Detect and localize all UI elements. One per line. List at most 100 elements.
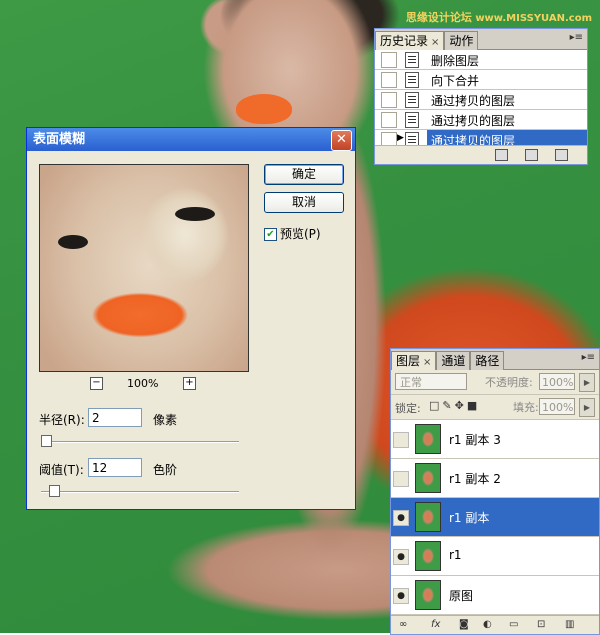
- zoom-in-button[interactable]: +: [183, 377, 196, 390]
- threshold-input[interactable]: 12: [88, 458, 142, 477]
- layers-footer: ∞ fx ◙ ◐ ▭ ⊡ ▥: [391, 615, 599, 634]
- history-state-icon: [405, 92, 419, 108]
- history-tabs: 历史记录 × 动作 ▸≡: [375, 29, 587, 50]
- tab-history[interactable]: 历史记录 ×: [375, 31, 445, 50]
- history-source-checkbox[interactable]: [381, 52, 397, 68]
- threshold-unit: 色阶: [153, 463, 178, 477]
- close-icon[interactable]: ×: [423, 357, 431, 368]
- history-item[interactable]: 通过拷贝的图层: [375, 110, 587, 130]
- new-layer-icon[interactable]: ⊡: [537, 619, 545, 630]
- watermark: 思缘设计论坛 www.MISSYUAN.com: [406, 9, 592, 25]
- watermark-cn: 思缘设计论坛: [405, 11, 472, 24]
- fx-icon[interactable]: fx: [431, 619, 440, 630]
- history-item-label: 向下合并: [431, 74, 480, 88]
- tab-layers[interactable]: 图层 ×: [391, 351, 437, 370]
- radius-slider[interactable]: [41, 435, 239, 447]
- history-state-icon: [405, 72, 419, 88]
- opacity-arrow-icon[interactable]: ▶: [579, 373, 595, 392]
- preview-checkbox-label: 预览(P): [280, 227, 321, 241]
- fill-label: 填充:: [513, 401, 539, 414]
- trash-icon[interactable]: ▥: [565, 619, 574, 630]
- layer-row[interactable]: ● r1: [391, 537, 599, 576]
- tab-channels[interactable]: 通道: [436, 351, 471, 370]
- lock-icons[interactable]: □✎✥■: [429, 399, 480, 412]
- zoom-controls: − 100% +: [90, 377, 200, 391]
- layer-name: r1: [449, 548, 462, 562]
- history-item-label: 通过拷贝的图层: [431, 114, 516, 128]
- blend-mode-select[interactable]: 正常: [395, 373, 467, 390]
- preview-image[interactable]: [39, 164, 249, 372]
- close-icon[interactable]: ×: [431, 37, 439, 48]
- link-layers-icon[interactable]: ∞: [399, 619, 407, 630]
- new-group-icon[interactable]: ▭: [509, 619, 518, 630]
- trash-icon[interactable]: [555, 149, 568, 161]
- layer-row-selected[interactable]: ● r1 副本: [391, 498, 599, 537]
- radius-label: 半径(R):: [39, 413, 85, 427]
- visibility-toggle[interactable]: [393, 432, 409, 448]
- eye-icon[interactable]: ●: [393, 588, 409, 604]
- add-mask-icon[interactable]: ◙: [459, 619, 469, 630]
- preview-eye: [58, 235, 88, 249]
- history-item-label: 通过拷贝的图层: [431, 94, 516, 108]
- threshold-slider-thumb[interactable]: [49, 485, 60, 497]
- radius-input[interactable]: 2: [88, 408, 142, 427]
- new-document-icon[interactable]: [495, 149, 508, 161]
- eye-icon[interactable]: ●: [393, 549, 409, 565]
- zoom-out-button[interactable]: −: [90, 377, 103, 390]
- history-source-checkbox[interactable]: [381, 72, 397, 88]
- eye-icon[interactable]: ●: [393, 510, 409, 526]
- layer-thumbnail: [415, 424, 441, 454]
- watermark-url: www.MISSYUAN.com: [475, 13, 592, 24]
- history-state-icon: [405, 112, 419, 128]
- lock-label: 锁定:: [395, 402, 421, 415]
- history-item[interactable]: 删除图层: [375, 50, 587, 70]
- snapshot-camera-icon[interactable]: [525, 149, 538, 161]
- history-panel: 历史记录 × 动作 ▸≡ 删除图层 向下合并 通过拷贝的图层 通过拷贝的图层 ▶ 通…: [374, 28, 588, 165]
- close-button[interactable]: ✕: [331, 130, 352, 151]
- tab-actions[interactable]: 动作: [444, 31, 479, 50]
- layer-thumbnail: [415, 463, 441, 493]
- tab-paths[interactable]: 路径: [470, 351, 505, 370]
- cancel-button[interactable]: 取消: [264, 192, 344, 213]
- radius-unit: 像素: [153, 413, 178, 427]
- visibility-toggle[interactable]: [393, 471, 409, 487]
- history-state-icon: [405, 52, 419, 68]
- history-footer: [375, 145, 587, 164]
- dialog-titlebar[interactable]: 表面模糊 ✕: [27, 128, 355, 151]
- adjustment-layer-icon[interactable]: ◐: [483, 619, 492, 630]
- layer-name: r1 副本 3: [449, 433, 501, 447]
- layers-panel: 图层 × 通道 路径 ▸≡ 正常 不透明度: 100% ▶ 锁定: □✎✥■ 填充: …: [390, 348, 600, 635]
- preview-checkbox[interactable]: ✔ 预览(P): [264, 225, 321, 242]
- history-source-checkbox[interactable]: [381, 112, 397, 128]
- panel-menu-icon[interactable]: ▸≡: [570, 32, 583, 43]
- layer-thumbnail: [415, 502, 441, 532]
- threshold-slider[interactable]: [41, 485, 239, 497]
- lock-row: 锁定: □✎✥■ 填充: 100% ▶: [391, 395, 599, 420]
- layer-row[interactable]: r1 副本 3: [391, 420, 599, 459]
- preview-eye: [175, 207, 215, 221]
- opacity-input[interactable]: 100%: [539, 373, 575, 390]
- history-item[interactable]: 向下合并: [375, 70, 587, 90]
- fill-input[interactable]: 100%: [539, 398, 575, 415]
- canvas-lips: [236, 94, 292, 124]
- history-item-label: 删除图层: [431, 54, 480, 68]
- layer-row[interactable]: ● 原图: [391, 576, 599, 615]
- fill-arrow-icon[interactable]: ▶: [579, 398, 595, 417]
- layers-tabs: 图层 × 通道 路径 ▸≡: [391, 349, 599, 370]
- dialog-title: 表面模糊: [33, 132, 86, 147]
- layer-row[interactable]: r1 副本 2: [391, 459, 599, 498]
- layer-thumbnail: [415, 580, 441, 610]
- panel-menu-icon[interactable]: ▸≡: [582, 352, 595, 363]
- history-item[interactable]: 通过拷贝的图层: [375, 90, 587, 110]
- history-source-checkbox[interactable]: [381, 92, 397, 108]
- radius-slider-thumb[interactable]: [41, 435, 52, 447]
- layer-name: r1 副本 2: [449, 472, 501, 486]
- surface-blur-dialog: 表面模糊 ✕ 确定 取消 ✔ 预览(P) − 100% + 半径(R): 2 像素…: [26, 127, 356, 510]
- layer-thumbnail: [415, 541, 441, 571]
- checkmark-icon: ✔: [264, 228, 277, 241]
- layer-name: r1 副本: [449, 511, 490, 525]
- opacity-label: 不透明度:: [485, 376, 533, 389]
- blend-row: 正常 不透明度: 100% ▶: [391, 370, 599, 395]
- ok-button[interactable]: 确定: [264, 164, 344, 185]
- layer-name: 原图: [449, 589, 474, 603]
